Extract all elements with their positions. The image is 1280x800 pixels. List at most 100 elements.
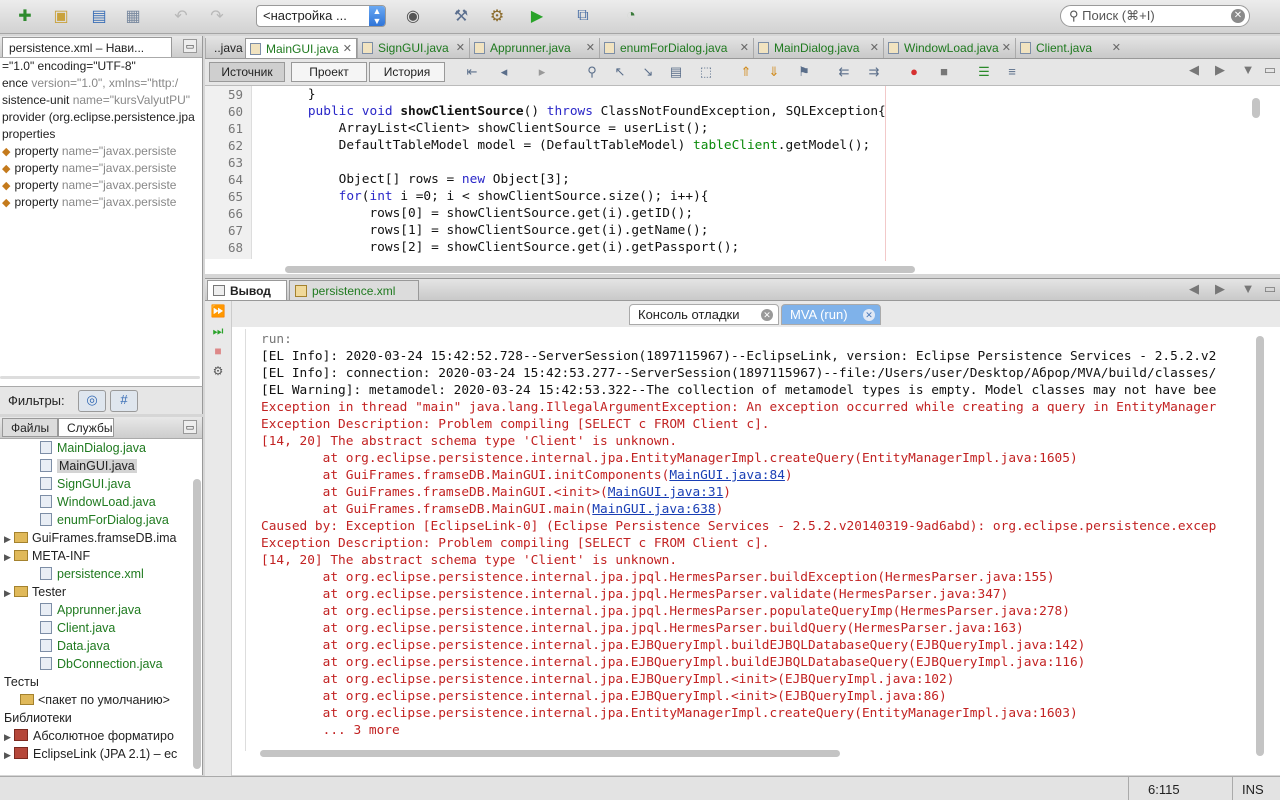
mode-design-button[interactable]: Проект [291, 62, 367, 82]
close-icon[interactable]: ✕ [740, 38, 749, 58]
xml-node[interactable]: properties [2, 126, 202, 143]
tab-list-icon[interactable]: ▼ [1239, 280, 1257, 298]
expand-icon[interactable]: ▶ [4, 548, 14, 566]
rerun-icon[interactable]: ⏩ [210, 303, 226, 319]
redo-icon[interactable]: ↷ [204, 5, 230, 27]
tab-output[interactable]: Вывод [207, 280, 287, 300]
start-macro-icon[interactable]: ● [905, 63, 923, 81]
close-icon[interactable]: ✕ [1112, 38, 1121, 58]
navigator-hscroll[interactable] [0, 376, 200, 379]
editor-tab[interactable]: Apprunner.java ✕ [469, 38, 599, 58]
shift-right-icon[interactable]: ⇉ [865, 63, 883, 81]
editor-hscroll[interactable] [285, 266, 915, 273]
tree-node[interactable]: Apprunner.java [40, 601, 141, 619]
close-icon[interactable]: ✕ [1002, 38, 1011, 58]
console-hscroll[interactable] [260, 750, 840, 757]
mode-history-button[interactable]: История [369, 62, 445, 82]
minimize-icon[interactable]: ▭ [183, 420, 197, 434]
tab-persistence-xml[interactable]: persistence.xml [289, 280, 419, 300]
tab-files[interactable]: Файлы [2, 418, 58, 437]
scroll-left-icon[interactable]: ◀ [1185, 280, 1203, 298]
clean-build-icon[interactable]: ⚙ [484, 5, 510, 27]
console-vscroll[interactable] [1256, 336, 1264, 756]
filter-fields-icon[interactable]: ◎ [78, 390, 106, 412]
toggle-selection-icon[interactable]: ⬚ [697, 63, 715, 81]
back-icon[interactable]: ◂ [495, 63, 513, 81]
tree-node[interactable]: persistence.xml [40, 565, 144, 583]
close-icon[interactable]: ✕ [761, 309, 773, 321]
filter-hash-icon[interactable]: # [110, 390, 138, 412]
undo-icon[interactable]: ↶ [168, 5, 194, 27]
tree-node[interactable]: SignGUI.java [40, 475, 131, 493]
tree-node[interactable]: Client.java [40, 619, 115, 637]
xml-node[interactable]: ◆ property name="javax.persiste [2, 177, 202, 194]
tab-services[interactable]: Службы [58, 418, 114, 437]
tree-node[interactable]: enumForDialog.java [40, 511, 169, 529]
xml-node[interactable]: ="1.0" encoding="UTF-8" [2, 58, 202, 75]
shift-left-icon[interactable]: ⇇ [835, 63, 853, 81]
editor-tab[interactable]: ..java [205, 38, 245, 58]
toggle-bookmark-icon[interactable]: ⚑ [795, 63, 813, 81]
expand-icon[interactable]: ▶ [4, 584, 14, 602]
clear-search-icon[interactable]: ✕ [1231, 9, 1245, 23]
toggle-highlight-icon[interactable]: ▤ [667, 63, 685, 81]
forward-icon[interactable]: ▸ [533, 63, 551, 81]
tree-node[interactable]: Тесты [4, 673, 39, 691]
xml-node[interactable]: provider (org.eclipse.persistence.jpa [2, 109, 202, 126]
xml-node[interactable]: ◆ property name="javax.persiste [2, 194, 202, 211]
tab-navigator[interactable]: persistence.xml – Нави... [2, 37, 172, 57]
stacktrace-link[interactable]: MainGUI.java:31 [608, 485, 724, 500]
mode-source-button[interactable]: Источник [209, 62, 285, 82]
tab-mva-run[interactable]: MVA (run) ✕ [781, 304, 881, 325]
rerun-with-params-icon[interactable]: ⏭ [210, 323, 226, 339]
configuration-select[interactable]: <настройка ... ▲ ▼ [256, 5, 386, 27]
profile-icon[interactable]: ◔ [618, 5, 644, 27]
new-project-icon[interactable]: ▣ [48, 5, 74, 27]
editor-tab[interactable]: Client.java ✕ [1015, 38, 1125, 58]
xml-node[interactable]: ◆ property name="javax.persiste [2, 160, 202, 177]
run-icon[interactable]: ▶ [524, 5, 550, 27]
close-icon[interactable]: ✕ [343, 39, 352, 59]
close-icon[interactable]: ✕ [586, 38, 595, 58]
stop-macro-icon[interactable]: ■ [935, 63, 953, 81]
find-previous-icon[interactable]: ↖ [611, 63, 629, 81]
maximize-icon[interactable]: ▭ [1261, 280, 1279, 298]
tree-node[interactable]: DbConnection.java [40, 655, 163, 673]
editor-tab[interactable]: WindowLoad.java ✕ [883, 38, 1015, 58]
new-file-icon[interactable]: ✚ [12, 5, 38, 27]
scroll-right-icon[interactable]: ▶ [1211, 280, 1229, 298]
tab-debug-console[interactable]: Консоль отладки ✕ [629, 304, 779, 325]
minimize-icon[interactable]: ▭ [183, 39, 197, 53]
xml-node[interactable]: sistence-unit name="kursValyutPU" [2, 92, 202, 109]
tree-node[interactable]: ▶ GuiFrames.framseDB.ima [4, 529, 176, 547]
stacktrace-link[interactable]: MainGUI.java:84 [669, 468, 785, 483]
tree-node[interactable]: <пакет по умолчанию> [20, 691, 170, 709]
tree-node[interactable]: ▶ Tester [4, 583, 66, 601]
editor-tab[interactable]: MainDialog.java ✕ [753, 38, 883, 58]
stacktrace-link[interactable]: MainGUI.java:638 [592, 502, 715, 517]
tree-node[interactable]: MainDialog.java [40, 439, 146, 457]
last-edit-icon[interactable]: ⇤ [463, 63, 481, 81]
close-icon[interactable]: ✕ [863, 309, 875, 321]
find-next-icon[interactable]: ↘ [639, 63, 657, 81]
save-all-icon[interactable]: ▦ [120, 5, 146, 27]
console-output[interactable]: run: [EL Info]: 2020-03-24 15:42:52.728--… [245, 329, 1256, 751]
close-icon[interactable]: ✕ [456, 38, 465, 58]
globe-icon[interactable]: ◉ [400, 5, 426, 27]
expand-icon[interactable]: ▶ [4, 746, 14, 764]
scroll-right-icon[interactable]: ▶ [1211, 61, 1229, 79]
tree-node[interactable]: Библиотеки [4, 709, 72, 727]
maximize-icon[interactable]: ▭ [1261, 61, 1279, 79]
editor-vscroll[interactable] [1252, 98, 1260, 118]
comment-icon[interactable]: ☰ [975, 63, 993, 81]
projects-vscroll[interactable] [193, 479, 201, 769]
code-area[interactable]: } public void showClientSource() throws … [253, 86, 1253, 259]
tree-node[interactable]: Data.java [40, 637, 110, 655]
tab-list-icon[interactable]: ▼ [1239, 61, 1257, 79]
open-project-icon[interactable]: ▤ [86, 5, 112, 27]
tree-node[interactable]: WindowLoad.java [40, 493, 156, 511]
next-bookmark-icon[interactable]: ⇓ [765, 63, 783, 81]
search-input[interactable]: ⚲ Поиск (⌘+I) ✕ [1060, 5, 1250, 27]
editor-tab[interactable]: SignGUI.java ✕ [357, 38, 469, 58]
xml-node[interactable]: ◆ property name="javax.persiste [2, 143, 202, 160]
